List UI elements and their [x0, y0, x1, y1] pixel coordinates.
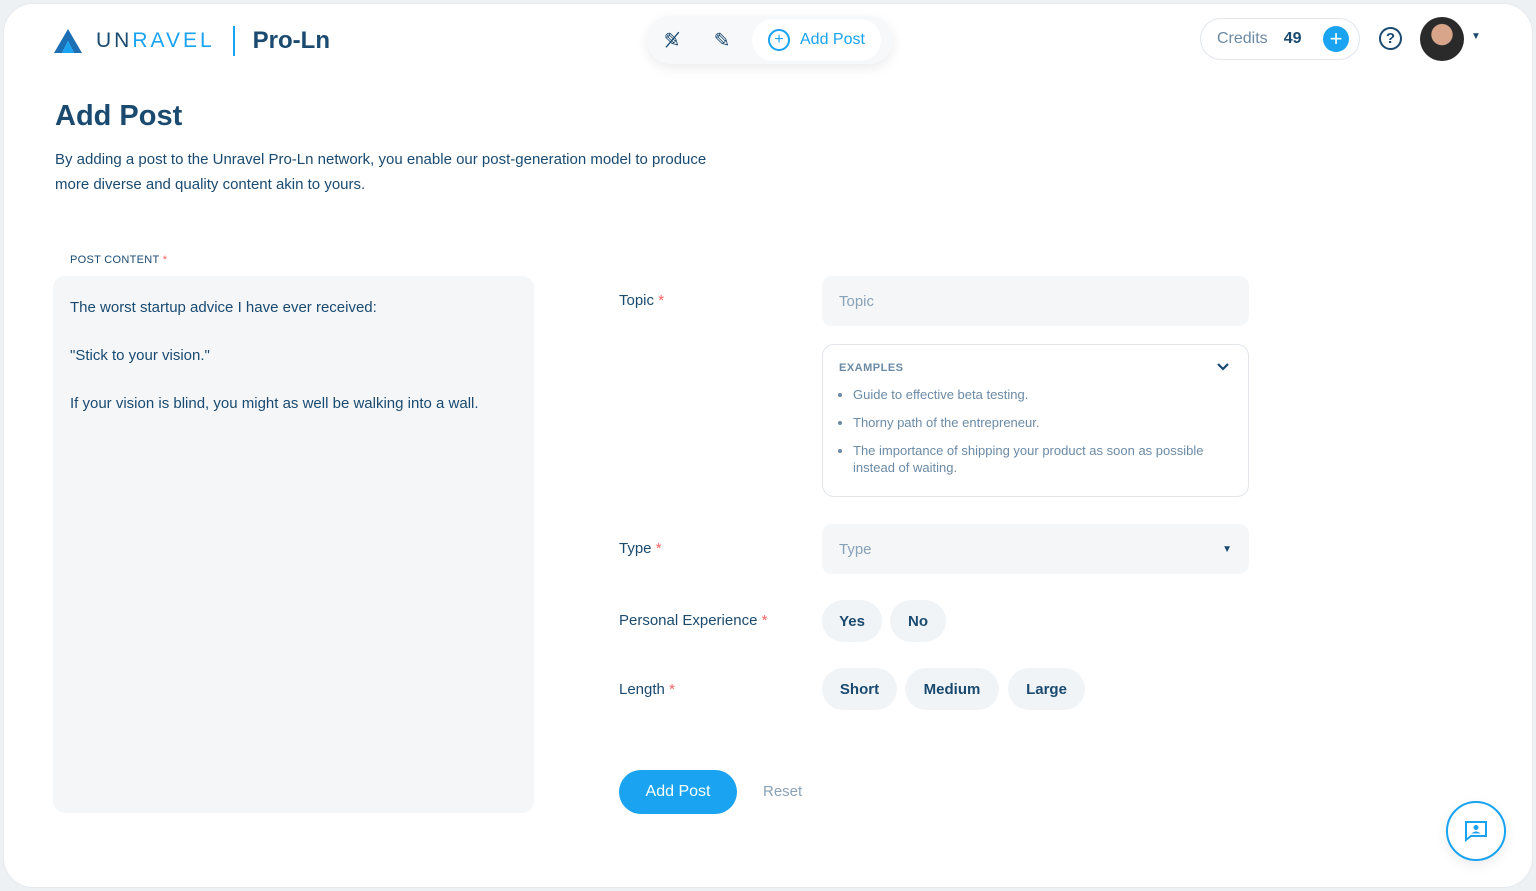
page-description: By adding a post to the Unravel Pro-Ln n…: [55, 151, 707, 193]
length-large-option[interactable]: Large: [1008, 668, 1085, 710]
example-item: Guide to effective beta testing.: [853, 386, 1232, 403]
chevron-down-icon[interactable]: [1216, 359, 1230, 375]
post-content-label: POST CONTENT *: [70, 254, 168, 266]
toolbar-add-post-button[interactable]: + Add Post: [752, 19, 881, 61]
avatar[interactable]: [1420, 17, 1464, 61]
top-toolbar: ✎̸ ✎ + Add Post: [647, 16, 893, 64]
app-window: UNRAVEL Pro-Ln ✎̸ ✎ + Add Post Credits 49…: [3, 3, 1533, 888]
type-select[interactable]: Type ▼: [822, 524, 1249, 574]
page-title: Add Post: [55, 100, 183, 132]
type-label: Type *: [619, 540, 662, 557]
personal-experience-label: Personal Experience *: [619, 612, 768, 629]
chat-profile-icon: [1465, 821, 1487, 842]
topic-input[interactable]: Topic: [822, 276, 1249, 326]
logo[interactable]: UNRAVEL Pro-Ln: [54, 26, 330, 56]
caret-down-icon: ▼: [1222, 543, 1232, 555]
topic-label: Topic *: [619, 292, 665, 309]
divider: [232, 26, 235, 56]
example-item: The importance of shipping your product …: [853, 442, 1232, 476]
example-item: Thorny path of the entrepreneur.: [853, 414, 1232, 431]
caret-down-icon[interactable]: ▼: [1471, 31, 1481, 42]
credits-widget: Credits 49 +: [1200, 18, 1360, 60]
length-short-option[interactable]: Short: [822, 668, 897, 710]
edit-icon[interactable]: ✎: [697, 28, 747, 53]
length-medium-option[interactable]: Medium: [905, 668, 999, 710]
credits-label: Credits: [1217, 30, 1268, 47]
examples-title: EXAMPLES: [839, 362, 904, 374]
post-content-textarea[interactable]: The worst startup advice I have ever rec…: [53, 276, 534, 813]
length-label: Length *: [619, 681, 675, 698]
plus-circle-icon: +: [768, 29, 790, 51]
unravel-logo-icon: [54, 29, 82, 53]
examples-panel: EXAMPLES Guide to effective beta testing…: [822, 344, 1249, 497]
personal-yes-option[interactable]: Yes: [822, 600, 882, 642]
personal-no-option[interactable]: No: [890, 600, 946, 642]
magic-wand-icon[interactable]: ✎̸: [647, 28, 697, 53]
reset-button[interactable]: Reset: [763, 783, 802, 800]
add-post-button[interactable]: Add Post: [619, 770, 737, 814]
product-name: Pro-Ln: [252, 27, 330, 54]
credits-value: 49: [1283, 30, 1302, 47]
add-credits-button[interactable]: +: [1323, 26, 1349, 52]
chat-button[interactable]: [1446, 801, 1506, 861]
help-icon[interactable]: ?: [1379, 27, 1402, 50]
brand-name: UNRAVEL: [96, 29, 215, 52]
toolbar-add-post-label: Add Post: [800, 31, 865, 48]
